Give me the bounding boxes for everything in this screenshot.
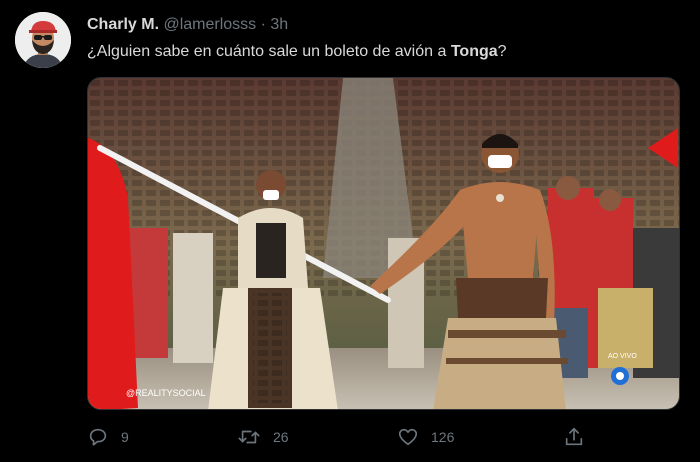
tweet-actions: 9 26 126 [87,424,680,450]
tweet-timestamp[interactable]: 3h [270,16,288,33]
media-watermark: @REALITYSOCIAL [126,388,206,398]
author-handle[interactable]: @lamerlosss [163,16,256,33]
tweet-card[interactable]: Charly M. @lamerlosss · 3h ¿Alguien sabe… [0,0,700,462]
tweet-text-end: ? [497,43,507,60]
retweet-icon [237,426,261,448]
tweet-header: Charly M. @lamerlosss · 3h [87,15,288,35]
tweet-text: ¿Alguien sabe en cuánto sale un boleto d… [87,42,507,62]
like-button[interactable]: 126 [397,424,454,450]
reply-button[interactable]: 9 [87,424,129,450]
reply-icon [87,426,109,448]
media-channel-label: AO VIVO [608,353,637,360]
share-icon [563,426,585,448]
retweet-count: 26 [273,429,289,445]
tweet-text-main: ¿Alguien sabe en cuánto sale un boleto d… [87,43,451,60]
reply-count: 9 [121,429,129,445]
heart-icon [397,426,419,448]
author-name[interactable]: Charly M. [87,16,159,33]
share-button[interactable] [563,424,585,450]
tweet-media-image[interactable]: @REALITYSOCIAL AO VIVO [87,77,680,410]
header-separator: · [260,16,266,33]
tweet-text-bold: Tonga [450,43,498,60]
retweet-button[interactable]: 26 [237,424,289,450]
avatar[interactable] [15,12,71,68]
like-count: 126 [431,429,455,445]
